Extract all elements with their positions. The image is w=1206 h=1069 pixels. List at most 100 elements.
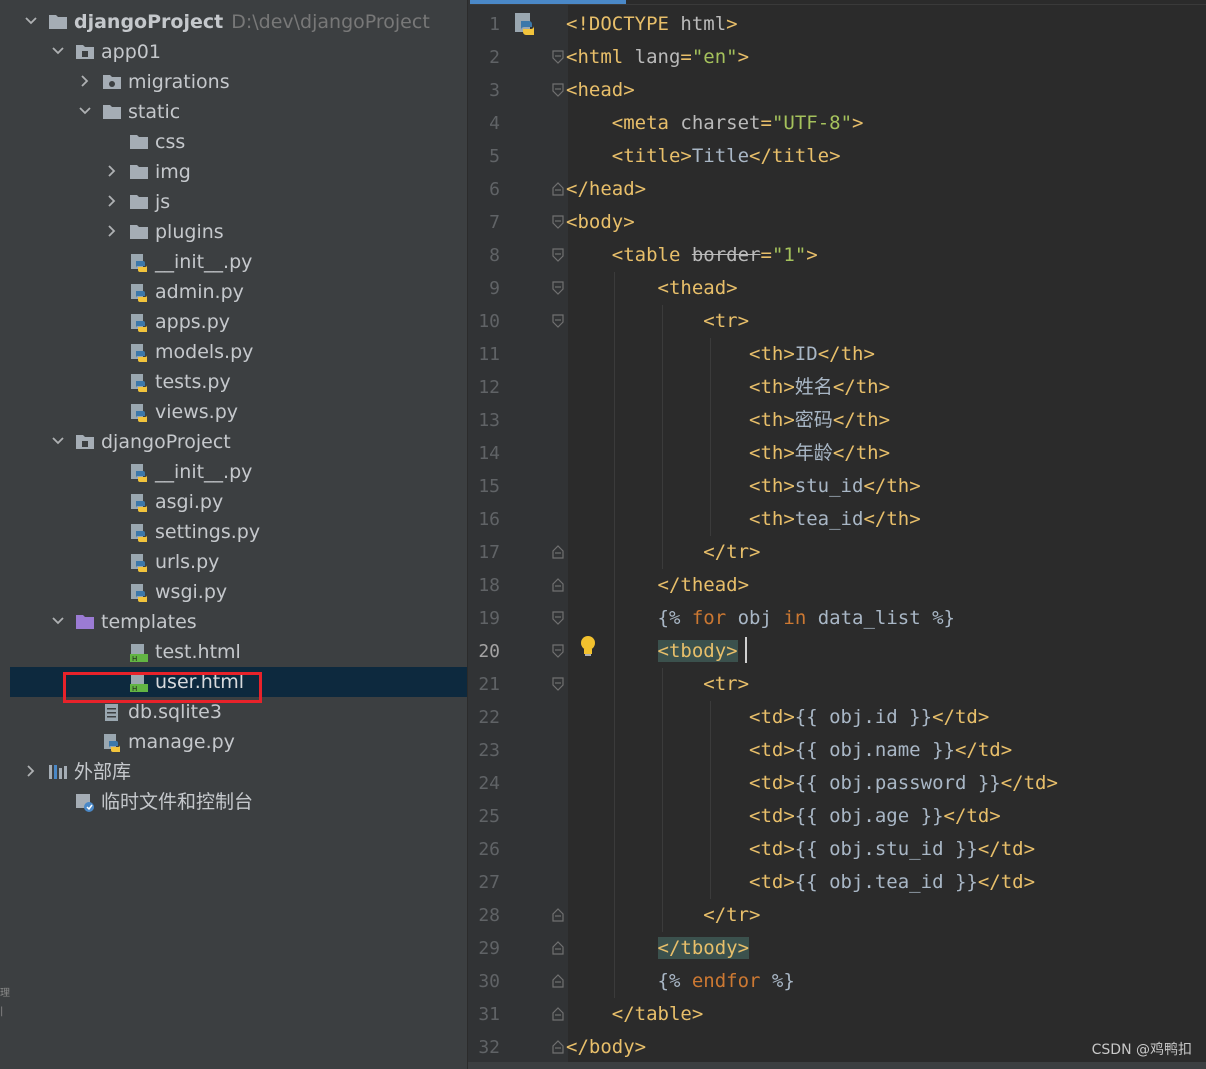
fold-close-icon[interactable] xyxy=(551,973,565,989)
tree-row[interactable]: manage.py xyxy=(10,727,467,757)
fold-open-icon[interactable] xyxy=(551,280,565,296)
horizontal-scrollbar[interactable] xyxy=(468,1062,1206,1069)
tree-row[interactable]: wsgi.py xyxy=(10,577,467,607)
code-line[interactable]: <th>密码</th> xyxy=(566,404,890,437)
tree-row[interactable]: tests.py xyxy=(10,367,467,397)
fold-open-icon[interactable] xyxy=(551,676,565,692)
line-number[interactable]: 15 xyxy=(468,470,500,503)
line-number[interactable]: 6 xyxy=(468,173,500,206)
tree-row[interactable]: 临时文件和控制台 xyxy=(10,787,467,817)
tree-row[interactable]: djangoProject D:\dev\djangoProject xyxy=(10,7,467,37)
chevron-down-icon[interactable] xyxy=(23,13,39,29)
code-line[interactable]: <td>{{ obj.age }}</td> xyxy=(566,800,1001,833)
intention-bulb-icon[interactable] xyxy=(578,634,598,658)
tree-row[interactable]: __init__.py xyxy=(10,457,467,487)
chevron-down-icon[interactable] xyxy=(77,103,93,119)
line-number[interactable]: 22 xyxy=(468,701,500,734)
code-line[interactable]: </tr> xyxy=(566,899,760,932)
line-number[interactable]: 24 xyxy=(468,767,500,800)
tree-row[interactable]: static xyxy=(10,97,467,127)
code-line[interactable]: <table border="1"> xyxy=(566,239,818,272)
code-line[interactable]: <td>{{ obj.id }}</td> xyxy=(566,701,989,734)
code-line[interactable]: <th>stu_id</th> xyxy=(566,470,921,503)
fold-open-icon[interactable] xyxy=(551,313,565,329)
line-number[interactable]: 4 xyxy=(468,107,500,140)
code-line[interactable]: </head> xyxy=(566,173,646,206)
code-line[interactable]: {% endfor %} xyxy=(566,965,795,998)
tree-row[interactable]: plugins xyxy=(10,217,467,247)
line-number[interactable]: 26 xyxy=(468,833,500,866)
tree-row[interactable]: djangoProject xyxy=(10,427,467,457)
fold-close-icon[interactable] xyxy=(551,577,565,593)
line-number[interactable]: 10 xyxy=(468,305,500,338)
line-number[interactable]: 9 xyxy=(468,272,500,305)
chevron-right-icon[interactable] xyxy=(104,223,120,239)
chevron-down-icon[interactable] xyxy=(50,433,66,449)
chevron-right-icon[interactable] xyxy=(104,163,120,179)
tree-row[interactable]: 外部库 xyxy=(10,757,467,787)
fold-close-icon[interactable] xyxy=(551,907,565,923)
tree-row[interactable]: css xyxy=(10,127,467,157)
fold-open-icon[interactable] xyxy=(551,610,565,626)
code-line[interactable]: <td>{{ obj.tea_id }}</td> xyxy=(566,866,1035,899)
tree-row[interactable]: views.py xyxy=(10,397,467,427)
code-line[interactable]: </tbody> xyxy=(566,932,750,965)
line-number[interactable]: 23 xyxy=(468,734,500,767)
code-line[interactable]: <th>ID</th> xyxy=(566,338,875,371)
code-line[interactable]: <title>Title</title> xyxy=(566,140,841,173)
fold-open-icon[interactable] xyxy=(551,82,565,98)
tool-window-label[interactable]: 理 | xyxy=(0,985,10,1021)
line-number[interactable]: 19 xyxy=(468,602,500,635)
line-number[interactable]: 31 xyxy=(468,998,500,1031)
code-line[interactable]: <td>{{ obj.name }}</td> xyxy=(566,734,1012,767)
code-line[interactable]: </table> xyxy=(566,998,704,1031)
line-number[interactable]: 16 xyxy=(468,503,500,536)
line-number[interactable]: 27 xyxy=(468,866,500,899)
code-line[interactable]: <tr> xyxy=(566,305,749,338)
tree-row[interactable]: img xyxy=(10,157,467,187)
code-line[interactable]: </body> xyxy=(566,1031,646,1064)
code-line[interactable]: <th>tea_id</th> xyxy=(566,503,921,536)
tree-row[interactable]: __init__.py xyxy=(10,247,467,277)
line-number[interactable]: 1 xyxy=(468,8,500,41)
code-line[interactable]: <!DOCTYPE html> xyxy=(566,8,738,41)
chevron-down-icon[interactable] xyxy=(50,43,66,59)
line-number[interactable]: 20 xyxy=(468,635,500,668)
fold-close-icon[interactable] xyxy=(551,1006,565,1022)
tree-row[interactable]: admin.py xyxy=(10,277,467,307)
chevron-right-icon[interactable] xyxy=(23,763,39,779)
line-number[interactable]: 12 xyxy=(468,371,500,404)
line-number[interactable]: 29 xyxy=(468,932,500,965)
code-line[interactable]: <meta charset="UTF-8"> xyxy=(566,107,864,140)
tree-row[interactable]: migrations xyxy=(10,67,467,97)
line-number[interactable]: 2 xyxy=(468,41,500,74)
line-number[interactable]: 28 xyxy=(468,899,500,932)
code-line[interactable]: <body> xyxy=(566,206,635,239)
tree-row[interactable]: settings.py xyxy=(10,517,467,547)
chevron-right-icon[interactable] xyxy=(77,73,93,89)
fold-open-icon[interactable] xyxy=(551,214,565,230)
tree-row[interactable]: Htest.html xyxy=(10,637,467,667)
line-number[interactable]: 13 xyxy=(468,404,500,437)
line-number[interactable]: 32 xyxy=(468,1031,500,1064)
code-line[interactable]: <th>年龄</th> xyxy=(566,437,890,470)
code-line[interactable]: <thead> xyxy=(566,272,738,305)
chevron-right-icon[interactable] xyxy=(104,193,120,209)
tree-row[interactable]: js xyxy=(10,187,467,217)
fold-open-icon[interactable] xyxy=(551,643,565,659)
line-number[interactable]: 30 xyxy=(468,965,500,998)
code-line[interactable]: <th>姓名</th> xyxy=(566,371,890,404)
fold-close-icon[interactable] xyxy=(551,940,565,956)
line-number[interactable]: 3 xyxy=(468,74,500,107)
code-line[interactable]: </thead> xyxy=(566,569,750,602)
tree-row[interactable]: asgi.py xyxy=(10,487,467,517)
code-line[interactable]: <td>{{ obj.password }}</td> xyxy=(566,767,1058,800)
line-number[interactable]: 14 xyxy=(468,437,500,470)
fold-close-icon[interactable] xyxy=(551,1039,565,1055)
tree-row[interactable]: models.py xyxy=(10,337,467,367)
tree-row[interactable]: templates xyxy=(10,607,467,637)
line-number[interactable]: 11 xyxy=(468,338,500,371)
line-number[interactable]: 7 xyxy=(468,206,500,239)
line-number[interactable]: 25 xyxy=(468,800,500,833)
line-number[interactable]: 8 xyxy=(468,239,500,272)
